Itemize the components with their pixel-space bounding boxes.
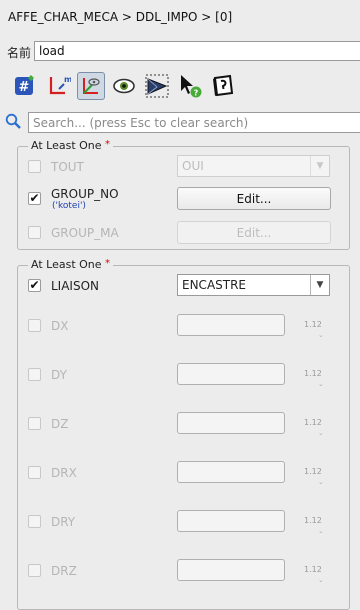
drx-input[interactable]	[177, 461, 285, 483]
dx-format-label: 1.12	[304, 320, 322, 329]
axis-icon[interactable]: m	[44, 72, 72, 100]
drx-checkbox[interactable]	[28, 466, 41, 479]
group-ma-label: GROUP_MA	[51, 226, 119, 240]
dz-input[interactable]	[177, 412, 285, 434]
liaison-select[interactable]: ENCASTRE ▼	[177, 274, 330, 296]
svg-text:#: #	[19, 80, 30, 95]
pointer-help-icon[interactable]: ?	[176, 72, 204, 100]
breadcrumb: AFFE_CHAR_MECA > DDL_IMPO > [0]	[8, 10, 233, 24]
drz-input[interactable]	[177, 559, 285, 581]
hash-icon[interactable]: #	[11, 72, 39, 100]
select-geometry-icon[interactable]	[77, 72, 105, 100]
chevron-down-icon: ▼	[310, 275, 329, 295]
chevron-down-icon[interactable]: ⌄	[318, 331, 324, 339]
dry-input[interactable]	[177, 510, 285, 532]
tout-checkbox[interactable]	[28, 160, 41, 173]
check-icon: ✔	[29, 191, 40, 205]
group-no-edit-button[interactable]: Edit...	[177, 187, 331, 210]
liaison-label: LIAISON	[51, 279, 100, 293]
dz-format-label: 1.12	[304, 418, 322, 427]
svg-text:m: m	[64, 75, 71, 84]
group-no-value: ('kotei')	[52, 201, 86, 211]
dx-label: DX	[51, 319, 69, 333]
chevron-down-icon[interactable]: ⌄	[318, 527, 324, 535]
edit-book-icon[interactable]	[209, 72, 237, 100]
dry-checkbox[interactable]	[28, 515, 41, 528]
chevron-down-icon[interactable]: ⌄	[318, 380, 324, 388]
drx-label: DRX	[51, 466, 77, 480]
group-no-checkbox[interactable]: ✔	[28, 192, 41, 205]
drz-label: DRZ	[51, 564, 77, 578]
mesh-view-icon[interactable]	[143, 72, 171, 100]
dx-checkbox[interactable]	[28, 319, 41, 332]
name-input[interactable]	[34, 41, 360, 61]
dx-input[interactable]	[177, 314, 285, 336]
drz-checkbox[interactable]	[28, 564, 41, 577]
liaison-checkbox[interactable]: ✔	[28, 279, 41, 292]
chevron-down-icon: ▼	[310, 156, 329, 176]
dy-checkbox[interactable]	[28, 368, 41, 381]
drz-format-label: 1.12	[304, 565, 322, 574]
chevron-down-icon[interactable]: ⌄	[318, 478, 324, 486]
check-icon: ✔	[29, 278, 40, 292]
dz-checkbox[interactable]	[28, 417, 41, 430]
group-ma-edit-button[interactable]: Edit...	[177, 221, 331, 244]
group-title: At Least One *	[28, 258, 114, 271]
dry-format-label: 1.12	[304, 516, 322, 525]
svg-text:?: ?	[194, 89, 199, 98]
tout-label: TOUT	[51, 160, 84, 174]
dry-label: DRY	[51, 515, 76, 529]
group-no-label: GROUP_NO	[51, 187, 119, 201]
group-ma-checkbox[interactable]	[28, 226, 41, 239]
search-icon[interactable]	[5, 113, 22, 133]
drx-format-label: 1.12	[304, 467, 322, 476]
dy-format-label: 1.12	[304, 369, 322, 378]
chevron-down-icon[interactable]: ⌄	[318, 576, 324, 584]
dy-label: DY	[51, 368, 67, 382]
dz-label: DZ	[51, 417, 69, 431]
liaison-select-value: ENCASTRE	[182, 278, 247, 292]
name-label: 名前	[7, 46, 32, 60]
eye-icon[interactable]	[110, 72, 138, 100]
dy-input[interactable]	[177, 363, 285, 385]
tout-select[interactable]: OUI ▼	[177, 155, 330, 177]
tout-select-value: OUI	[182, 159, 204, 173]
group-title: At Least One *	[28, 139, 114, 152]
chevron-down-icon[interactable]: ⌄	[318, 429, 324, 437]
search-input[interactable]	[28, 112, 360, 133]
